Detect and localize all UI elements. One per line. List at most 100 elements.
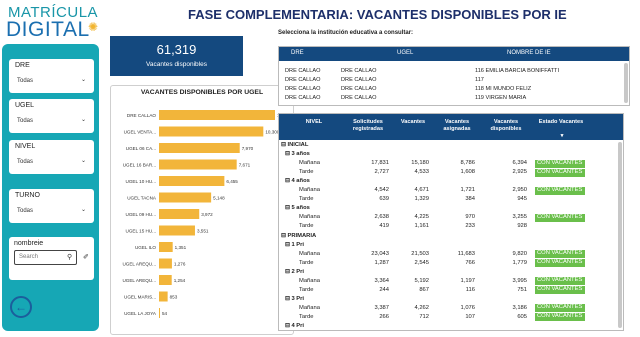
- bar[interactable]: [159, 291, 168, 302]
- chevron-down-icon[interactable]: ⌄: [81, 206, 86, 213]
- cell-value: 2,638: [374, 214, 389, 221]
- bar[interactable]: [159, 110, 275, 120]
- row-label: ⊟ 3 años: [285, 151, 310, 158]
- table-row[interactable]: DRE CALLAO DRE CALLAO 118 MI MUNDO FELIZ: [279, 86, 629, 94]
- cell-value: 945: [517, 196, 527, 203]
- group-row[interactable]: ⊟ PRIMARIA: [279, 232, 623, 241]
- kpi-caption: Vacantes disponibles: [146, 61, 207, 68]
- subgroup-row[interactable]: ⊟ 1 Pri: [279, 241, 623, 250]
- row-label: ⊟ 1 Pri: [285, 241, 305, 248]
- bar[interactable]: [159, 176, 225, 186]
- subgroup-row[interactable]: ⊟ 2 Pri: [279, 268, 623, 277]
- col-header[interactable]: UGEL: [397, 50, 413, 56]
- col-header[interactable]: Vacantes: [393, 119, 433, 126]
- bar[interactable]: [159, 242, 173, 252]
- cell-value: 266: [379, 313, 389, 320]
- table-row[interactable]: DRE CALLAO DRE CALLAO 119 VIRGEN MARIA: [279, 95, 629, 103]
- row-label: Mañana: [299, 251, 320, 257]
- scrollbar[interactable]: [618, 142, 622, 328]
- filter-label: UGEL: [15, 102, 35, 109]
- filter-nivel[interactable]: NIVEL Todas ⌄: [9, 140, 94, 174]
- group-row[interactable]: ⊟ INICIAL: [279, 141, 623, 150]
- cell-value: 384: [465, 196, 475, 203]
- cell-value: 6,394: [512, 160, 527, 167]
- status-badge: CON VACANTES: [535, 277, 585, 286]
- table-row[interactable]: Tarde 1,287 2,545 766 1,779 CON VACANTES: [279, 259, 623, 268]
- institution-table: DRE UGEL NOMBRE DE IE DRE CALLAO DRE CAL…: [278, 46, 630, 106]
- col-header[interactable]: NOMBRE DE IE: [507, 50, 551, 56]
- search-icon[interactable]: ⚲: [67, 253, 72, 261]
- bar[interactable]: [159, 209, 200, 219]
- cell-value: 3,255: [512, 214, 527, 221]
- row-label-text: INICIAL: [287, 142, 309, 148]
- cell-value: 1,197: [460, 277, 475, 284]
- table-row[interactable]: Mañana 4,542 4,671 1,721 2,950 CON VACANTES: [279, 186, 623, 195]
- col-header[interactable]: Vacantes asignadas: [435, 119, 479, 133]
- subgroup-row[interactable]: ⊟ 4 Pri: [279, 322, 623, 330]
- eraser-icon[interactable]: ✐: [83, 253, 89, 261]
- chevron-down-icon[interactable]: ⌄: [81, 116, 86, 123]
- tick-label: UGEL AREQU...: [122, 278, 156, 283]
- subgroup-row[interactable]: ⊟ 3 años: [279, 150, 623, 159]
- cell-value: 2,950: [512, 187, 527, 194]
- row-label-text: Mañana: [299, 250, 320, 257]
- cell-value: 4,671: [414, 187, 429, 194]
- cell-value: 11,683: [457, 250, 475, 257]
- row-label-text: Mañana: [299, 160, 320, 167]
- col-header[interactable]: DRE: [291, 50, 304, 56]
- cell-ugel: DRE CALLAO: [341, 95, 377, 101]
- bar[interactable]: [159, 308, 160, 318]
- bar[interactable]: [159, 275, 172, 285]
- tick-label: UGEL 16 BAR...: [123, 163, 156, 168]
- table-row[interactable]: Mañana 17,831 15,180 8,786 6,394 CON VACANTES: [279, 159, 623, 168]
- bar[interactable]: [159, 192, 212, 203]
- cell-value: 419: [379, 223, 389, 230]
- bar[interactable]: [159, 159, 237, 170]
- col-header[interactable]: NIVEL: [299, 119, 329, 126]
- cell-ie: 116 EMILIA BARCIA BONIFFATTI: [475, 68, 560, 74]
- table-row[interactable]: Tarde 266 712 107 605 CON VACANTES: [279, 313, 623, 322]
- chevron-down-icon[interactable]: ⌄: [81, 76, 86, 83]
- back-button[interactable]: ←: [10, 296, 32, 318]
- subgroup-row[interactable]: ⊟ 5 años: [279, 204, 623, 213]
- table-row[interactable]: Tarde 244 867 116 751 CON VACANTES: [279, 286, 623, 295]
- col-header[interactable]: Vacantes disponibles: [483, 119, 529, 133]
- row-label-text: 5 años: [291, 205, 310, 212]
- filter-ugel[interactable]: UGEL Todas ⌄: [9, 99, 94, 133]
- row-label: ⊟ INICIAL: [281, 142, 309, 148]
- row-label: Mañana: [299, 160, 320, 166]
- row-label-text: 4 Pri: [291, 323, 305, 329]
- table-row[interactable]: DRE CALLAO DRE CALLAO 116 EMILIA BARCIA …: [279, 68, 629, 76]
- subgroup-row[interactable]: ⊟ 3 Pri: [279, 295, 623, 304]
- table-row[interactable]: Mañana 3,387 4,262 1,076 3,186 CON VACANTES: [279, 304, 623, 313]
- bar[interactable]: [159, 258, 172, 269]
- table-row[interactable]: Mañana 2,638 4,225 970 3,255 CON VACANTES: [279, 213, 623, 222]
- bar[interactable]: [159, 126, 264, 137]
- filter-dre[interactable]: DRE Todas ⌄: [9, 59, 94, 93]
- table-row[interactable]: Mañana 3,364 5,192 1,197 3,995 CON VACANTES: [279, 277, 623, 286]
- cell-value: 233: [465, 223, 475, 230]
- sort-icon[interactable]: ▾: [559, 133, 565, 140]
- cell-ugel: DRE CALLAO: [341, 77, 377, 83]
- filter-turno[interactable]: TURNO Todas ⌄: [9, 189, 94, 223]
- cell-value: 8,786: [460, 160, 475, 167]
- tick-label: UGEL MARIS...: [124, 295, 156, 300]
- table-row[interactable]: Mañana 23,043 21,503 11,683 9,820 CON VACANTE…: [279, 250, 623, 259]
- data-label: 7,671: [239, 163, 251, 168]
- bar[interactable]: [159, 225, 195, 236]
- table-row[interactable]: Tarde 419 1,161 233 928: [279, 222, 623, 231]
- sun-icon: ✺: [88, 20, 99, 34]
- col-header[interactable]: Solicitudes registradas: [343, 119, 393, 133]
- kpi-value: 61,319: [156, 42, 197, 57]
- scrollbar[interactable]: [624, 63, 628, 103]
- cell-value: 9,820: [512, 250, 527, 257]
- filter-label: DRE: [15, 62, 30, 69]
- table-row[interactable]: DRE CALLAO DRE CALLAO 117: [279, 77, 629, 85]
- subgroup-row[interactable]: ⊟ 4 años: [279, 177, 623, 186]
- bar[interactable]: [159, 143, 240, 153]
- col-header[interactable]: Estado Vacantes: [533, 119, 589, 126]
- chevron-down-icon[interactable]: ⌄: [81, 157, 86, 164]
- table-row[interactable]: Tarde 639 1,329 384 945: [279, 195, 623, 204]
- cell-value: 116: [465, 286, 475, 293]
- table-row[interactable]: Tarde 2,727 4,533 1,608 2,925 CON VACANTES: [279, 168, 623, 177]
